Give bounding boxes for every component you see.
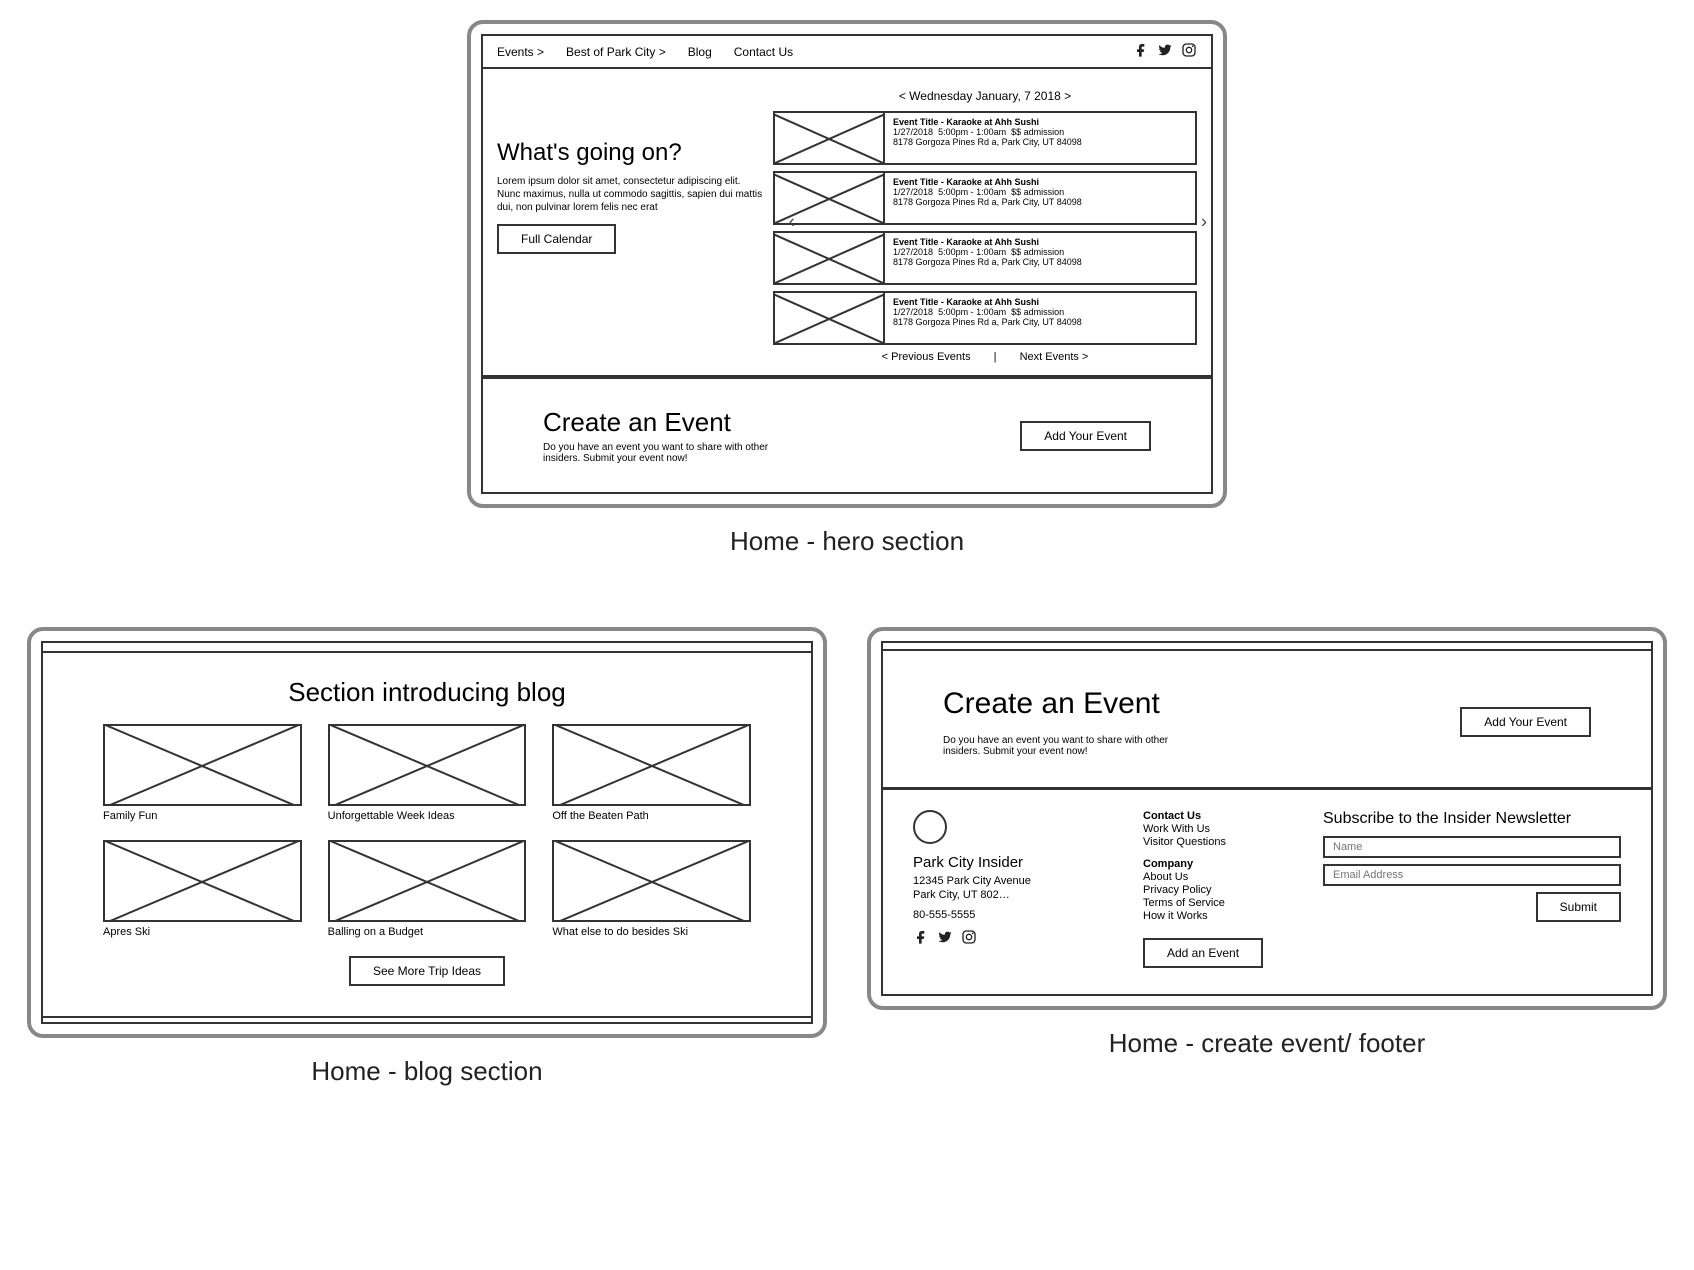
blog-card[interactable]: What else to do besides Ski <box>552 840 751 938</box>
event-row[interactable]: Event Title - Karaoke at Ahh Sushi 1/27/… <box>773 231 1197 285</box>
footer-company-heading: Company <box>1143 858 1293 870</box>
create-event-title: Create an Event <box>943 687 1203 721</box>
blog-card-label: Apres Ski <box>103 926 302 938</box>
blog-card[interactable]: Balling on a Budget <box>328 840 527 938</box>
current-date[interactable]: < Wednesday January, 7 2018 > <box>773 89 1197 103</box>
event-title: Event Title - Karaoke at Ahh Sushi <box>893 297 1187 307</box>
event-address: 8178 Gorgoza Pines Rd a, Park City, UT 8… <box>893 197 1187 207</box>
footer-address-2: Park City, UT 802… <box>913 889 1113 901</box>
hero-blurb: Lorem ipsum dolor sit amet, consectetur … <box>497 175 763 214</box>
newsletter-title: Subscribe to the Insider Newsletter <box>1323 810 1621 828</box>
previous-events-link[interactable]: < Previous Events <box>882 351 971 363</box>
newsletter-submit-button[interactable]: Submit <box>1536 892 1621 922</box>
cta-title: Create an Event <box>543 407 803 438</box>
footer-link-terms[interactable]: Terms of Service <box>1143 897 1293 909</box>
event-title: Event Title - Karaoke at Ahh Sushi <box>893 117 1187 127</box>
event-address: 8178 Gorgoza Pines Rd a, Park City, UT 8… <box>893 257 1187 267</box>
footer-link-privacy[interactable]: Privacy Policy <box>1143 884 1293 896</box>
blog-card-label: Balling on a Budget <box>328 926 527 938</box>
footer-logo-placeholder <box>913 810 947 844</box>
event-date: 1/27/2018 <box>893 187 933 197</box>
footer-link-visitor-questions[interactable]: Visitor Questions <box>1143 836 1293 848</box>
wireframe-blog: Section introducing blog Family Fun Unfo… <box>27 627 827 1038</box>
twitter-icon[interactable] <box>1157 42 1173 61</box>
footer-contact-heading: Contact Us <box>1143 810 1293 822</box>
facebook-icon[interactable] <box>913 929 929 948</box>
event-admission: $$ admission <box>1011 187 1064 197</box>
twitter-icon[interactable] <box>937 929 953 948</box>
site-footer: Park City Insider 12345 Park City Avenue… <box>883 787 1651 994</box>
nav-best[interactable]: Best of Park City > <box>566 45 666 59</box>
hero-title: What's going on? <box>497 139 763 167</box>
event-time: 5:00pm - 1:00am <box>938 247 1006 257</box>
event-date: 1/27/2018 <box>893 307 933 317</box>
event-row[interactable]: Event Title - Karaoke at Ahh Sushi 1/27/… <box>773 291 1197 345</box>
event-admission: $$ admission <box>1011 247 1064 257</box>
footer-link-work-with-us[interactable]: Work With Us <box>1143 823 1293 835</box>
caption-hero: Home - hero section <box>20 526 1674 557</box>
nav-events[interactable]: Events > <box>497 45 544 59</box>
blog-card-label: Family Fun <box>103 810 302 822</box>
blog-image-placeholder <box>552 724 751 806</box>
instagram-icon[interactable] <box>1181 42 1197 61</box>
wireframe-footer: Create an Event Do you have an event you… <box>867 627 1667 1010</box>
event-time: 5:00pm - 1:00am <box>938 127 1006 137</box>
top-nav-bar: Events > Best of Park City > Blog Contac… <box>483 36 1211 69</box>
full-calendar-button[interactable]: Full Calendar <box>497 224 616 254</box>
blog-card[interactable]: Apres Ski <box>103 840 302 938</box>
caption-blog: Home - blog section <box>27 1056 827 1087</box>
cta-blurb: Do you have an event you want to share w… <box>543 442 803 464</box>
blog-image-placeholder <box>328 840 527 922</box>
footer-link-how-it-works[interactable]: How it Works <box>1143 910 1293 922</box>
event-admission: $$ admission <box>1011 307 1064 317</box>
add-an-event-button[interactable]: Add an Event <box>1143 938 1263 968</box>
blog-image-placeholder <box>103 840 302 922</box>
pager-separator: | <box>994 351 997 363</box>
event-image-placeholder <box>775 233 885 283</box>
event-address: 8178 Gorgoza Pines Rd a, Park City, UT 8… <box>893 137 1187 147</box>
blog-title: Section introducing blog <box>103 677 751 708</box>
nav-contact[interactable]: Contact Us <box>734 45 793 59</box>
newsletter-email-input[interactable] <box>1323 864 1621 886</box>
add-your-event-button[interactable]: Add Your Event <box>1460 707 1591 737</box>
blog-image-placeholder <box>103 724 302 806</box>
create-event-blurb: Do you have an event you want to share w… <box>943 735 1203 757</box>
event-title: Event Title - Karaoke at Ahh Sushi <box>893 177 1187 187</box>
event-date: 1/27/2018 <box>893 127 933 137</box>
see-more-trip-ideas-button[interactable]: See More Trip Ideas <box>349 956 505 986</box>
instagram-icon[interactable] <box>961 929 977 948</box>
wireframe-hero: Events > Best of Park City > Blog Contac… <box>467 20 1227 508</box>
blog-image-placeholder <box>328 724 527 806</box>
event-row[interactable]: Event Title - Karaoke at Ahh Sushi 1/27/… <box>773 111 1197 165</box>
footer-brand: Park City Insider <box>913 854 1113 871</box>
footer-link-about[interactable]: About Us <box>1143 871 1293 883</box>
blog-card-label: What else to do besides Ski <box>552 926 751 938</box>
footer-phone: 80-555-5555 <box>913 909 1113 921</box>
event-title: Event Title - Karaoke at Ahh Sushi <box>893 237 1187 247</box>
newsletter-name-input[interactable] <box>1323 836 1621 858</box>
events-list: Event Title - Karaoke at Ahh Sushi 1/27/… <box>773 111 1197 345</box>
event-time: 5:00pm - 1:00am <box>938 307 1006 317</box>
add-your-event-button[interactable]: Add Your Event <box>1020 421 1151 451</box>
next-events-link[interactable]: Next Events > <box>1020 351 1089 363</box>
nav-blog[interactable]: Blog <box>688 45 712 59</box>
footer-address-1: 12345 Park City Avenue <box>913 875 1113 887</box>
event-address: 8178 Gorgoza Pines Rd a, Park City, UT 8… <box>893 317 1187 327</box>
event-image-placeholder <box>775 293 885 343</box>
event-date: 1/27/2018 <box>893 247 933 257</box>
carousel-next-arrow-icon[interactable]: › <box>1201 212 1207 233</box>
event-time: 5:00pm - 1:00am <box>938 187 1006 197</box>
blog-image-placeholder <box>552 840 751 922</box>
event-image-placeholder <box>775 173 885 223</box>
blog-card-label: Off the Beaten Path <box>552 810 751 822</box>
facebook-icon[interactable] <box>1133 42 1149 61</box>
event-image-placeholder <box>775 113 885 163</box>
blog-card[interactable]: Unforgettable Week Ideas <box>328 724 527 822</box>
blog-card[interactable]: Off the Beaten Path <box>552 724 751 822</box>
event-row[interactable]: Event Title - Karaoke at Ahh Sushi 1/27/… <box>773 171 1197 225</box>
event-admission: $$ admission <box>1011 127 1064 137</box>
blog-card[interactable]: Family Fun <box>103 724 302 822</box>
caption-footer: Home - create event/ footer <box>867 1028 1667 1059</box>
blog-card-label: Unforgettable Week Ideas <box>328 810 527 822</box>
